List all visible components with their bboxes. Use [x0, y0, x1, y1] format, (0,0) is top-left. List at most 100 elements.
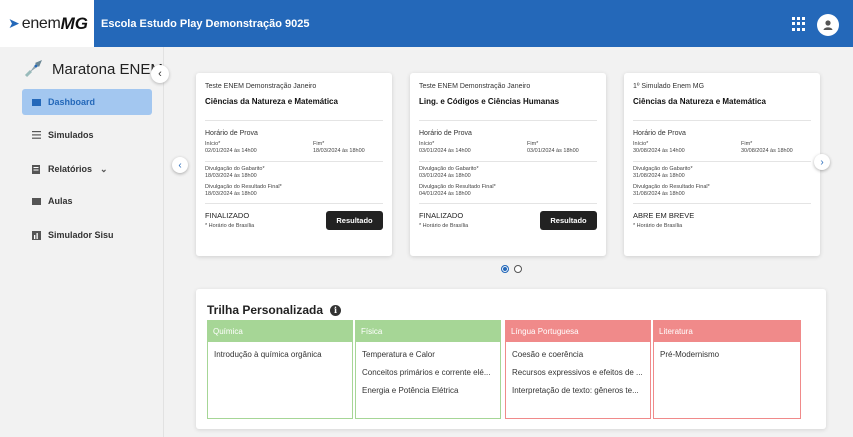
divider — [633, 120, 811, 121]
resultado-label: Divulgação do Resultado Final* — [205, 184, 282, 190]
topic-link[interactable]: Conceitos primários e corrente elé... — [362, 368, 494, 377]
inicio-value: 30/08/2024 às 14h00 — [633, 148, 685, 154]
sidebar-item-relatorios[interactable]: Relatórios ⌄ — [22, 156, 152, 182]
inicio-label: Início* — [419, 141, 435, 147]
topic-link[interactable]: Introdução à química orgânica — [214, 350, 346, 359]
horario-label: Horário de Prova — [419, 130, 472, 137]
inicio-label: Início* — [633, 141, 649, 147]
sidebar-item-label: Relatórios — [48, 164, 93, 174]
schedule-values: 30/08/2024 às 14h00 30/08/2024 às 18h00 — [633, 148, 811, 155]
carousel-dot-1[interactable] — [501, 265, 509, 273]
divider — [205, 161, 383, 162]
report-icon — [32, 164, 42, 174]
subject-column-fisica: Física Temperatura e Calor Conceitos pri… — [355, 320, 501, 419]
subject-header: Química — [207, 320, 353, 342]
dashboard-icon — [32, 98, 42, 106]
exam-card: Teste ENEM Demonstração Janeiro Ciências… — [196, 73, 392, 256]
logo-bold: MG — [60, 13, 88, 33]
carousel-prev-button[interactable]: ‹ — [172, 157, 188, 173]
timezone-note: * Horário de Brasília — [633, 223, 683, 229]
divider — [205, 203, 383, 204]
topic-link[interactable]: Coesão e coerência — [512, 350, 644, 359]
resultado-value: 04/01/2024 às 18h00 — [419, 191, 471, 197]
gabarito-label: Divulgação do Gabarito* — [205, 166, 265, 172]
schedule-labels: Início* Fim* — [419, 141, 597, 148]
logo-arrow-icon: ➤ — [8, 15, 20, 31]
sidebar: Maratona ENEM ‹ Dashboard Simulados Rela… — [0, 47, 169, 437]
inicio-value: 02/01/2024 às 14h00 — [205, 148, 257, 154]
sidebar-item-simulador-sisu[interactable]: Simulador Sisu — [22, 222, 152, 248]
topic-link[interactable]: Pré-Modernismo — [660, 350, 794, 359]
info-icon[interactable]: i — [330, 304, 342, 316]
divider — [633, 161, 811, 162]
subject-column-lingua-portuguesa: Língua Portuguesa Coesão e coerência Rec… — [505, 320, 651, 419]
resultado-button[interactable]: Resultado — [326, 211, 383, 230]
subject-column-quimica: Química Introdução à química orgânica — [207, 320, 353, 419]
fim-value: 03/01/2024 às 18h00 — [527, 148, 579, 154]
subject-topics: Pré-Modernismo — [653, 342, 801, 419]
fim-label: Fim* — [527, 141, 539, 147]
topic-link[interactable]: Temperatura e Calor — [362, 350, 494, 359]
trilha-personalizada-panel: Trilha Personalizada i Química Introduçã… — [196, 289, 826, 429]
subject-topics: Coesão e coerência Recursos expressivos … — [505, 342, 651, 419]
status-label: FINALIZADO — [419, 211, 464, 220]
gabarito-label: Divulgação do Gabarito* — [419, 166, 479, 172]
resultado-button[interactable]: Resultado — [540, 211, 597, 230]
exam-title: Ciências da Natureza e Matemática — [205, 97, 338, 106]
user-avatar-icon[interactable] — [817, 14, 839, 36]
carousel-dot-2[interactable] — [514, 265, 522, 273]
horario-label: Horário de Prova — [633, 130, 686, 137]
fim-value: 18/03/2024 às 18h00 — [313, 148, 365, 154]
exam-subtitle: Teste ENEM Demonstração Janeiro — [205, 83, 317, 90]
schedule-labels: Início* Fim* — [205, 141, 383, 148]
divider — [419, 161, 597, 162]
sidebar-title-label: Maratona ENEM — [52, 60, 163, 78]
topic-link[interactable]: Interpretação de texto: gêneros te... — [512, 386, 644, 395]
timezone-note: * Horário de Brasília — [205, 223, 255, 229]
status-label: ABRE EM BREVE — [633, 211, 695, 220]
divider — [205, 120, 383, 121]
chevron-down-icon: ⌄ — [100, 163, 108, 174]
rocket-icon — [24, 60, 42, 78]
logo-text: enem — [21, 14, 61, 32]
subject-topics: Introdução à química orgânica — [207, 342, 353, 419]
gabarito-value: 18/03/2024 às 18h00 — [205, 173, 257, 179]
gabarito-value: 31/08/2024 às 18h00 — [633, 173, 685, 179]
topic-link[interactable]: Energia e Potência Elétrica — [362, 386, 494, 395]
inicio-value: 03/01/2024 às 14h00 — [419, 148, 471, 154]
collapse-sidebar-button[interactable]: ‹ — [151, 65, 169, 83]
sidebar-item-label: Simulados — [48, 130, 94, 140]
fim-label: Fim* — [741, 141, 753, 147]
horario-label: Horário de Prova — [205, 130, 258, 137]
apps-grid-icon[interactable] — [792, 17, 806, 31]
trilha-title-label: Trilha Personalizada — [207, 303, 324, 317]
top-bar: ➤ enem MG Escola Estudo Play Demonstraçã… — [0, 0, 853, 47]
sidebar-item-aulas[interactable]: Aulas — [22, 188, 152, 214]
gabarito-value: 03/01/2024 às 18h00 — [419, 173, 471, 179]
exam-card: Teste ENEM Demonstração Janeiro Ling. e … — [410, 73, 606, 256]
exam-subtitle: 1º Simulado Enem MG — [633, 83, 705, 90]
gabarito-label: Divulgação do Gabarito* — [633, 166, 693, 172]
fim-value: 30/08/2024 às 18h00 — [741, 148, 793, 154]
subject-header: Física — [355, 320, 501, 342]
trilha-title: Trilha Personalizada i — [207, 303, 342, 317]
exam-card: 1º Simulado Enem MG Ciências da Natureza… — [624, 73, 820, 256]
resultado-label: Divulgação do Resultado Final* — [419, 184, 496, 190]
subject-header: Língua Portuguesa — [505, 320, 651, 342]
divider — [419, 120, 597, 121]
subject-column-literatura: Literatura Pré-Modernismo — [653, 320, 801, 419]
divider — [633, 203, 811, 204]
sidebar-item-simulados[interactable]: Simulados — [22, 122, 152, 148]
carousel-next-button[interactable]: › — [814, 154, 830, 170]
sidebar-item-dashboard[interactable]: Dashboard — [22, 89, 152, 115]
sidebar-item-label: Simulador Sisu — [48, 230, 114, 240]
schedule-values: 03/01/2024 às 14h00 03/01/2024 às 18h00 — [419, 148, 597, 155]
fim-label: Fim* — [313, 141, 325, 147]
school-name: Escola Estudo Play Demonstração 9025 — [101, 17, 310, 30]
resultado-value: 18/03/2024 às 18h00 — [205, 191, 257, 197]
topic-link[interactable]: Recursos expressivos e efeitos de ... — [512, 368, 644, 377]
resultado-label: Divulgação do Resultado Final* — [633, 184, 710, 190]
brand-logo[interactable]: ➤ enem MG — [0, 0, 94, 47]
exam-title: Ling. e Códigos e Ciências Humanas — [419, 97, 560, 106]
schedule-values: 02/01/2024 às 14h00 18/03/2024 às 18h00 — [205, 148, 383, 155]
